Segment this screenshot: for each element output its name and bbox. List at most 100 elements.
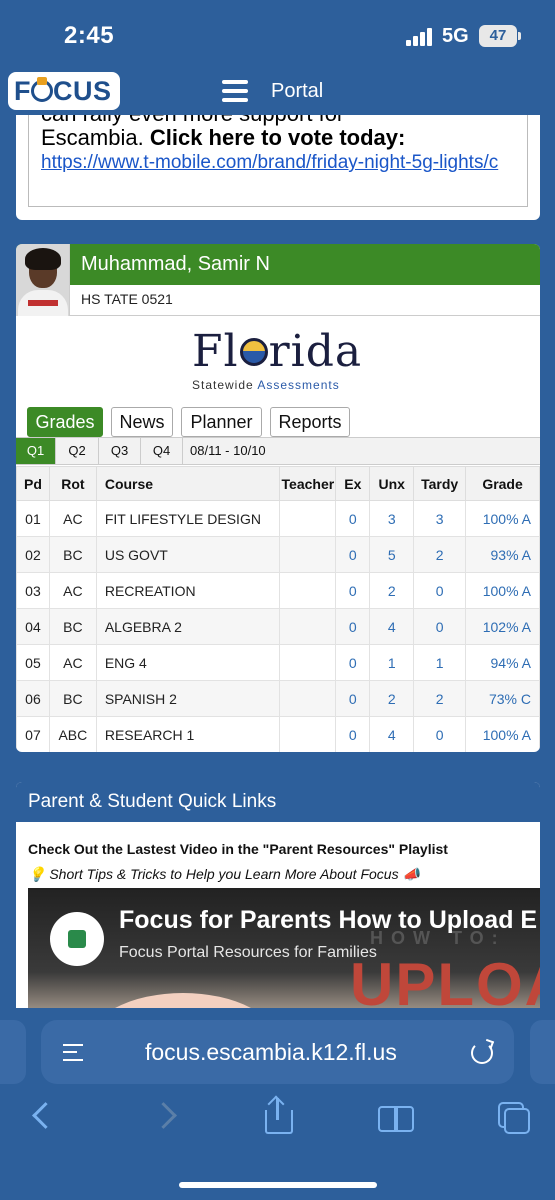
cell-ex[interactable]: 0 [335,716,371,752]
cell-unx[interactable]: 4 [369,608,415,645]
cell-unx[interactable]: 2 [369,572,415,609]
table-row[interactable]: 02 BC US GOVT 0 5 2 93% A [16,536,540,573]
table-row[interactable]: 05 AC ENG 4 0 1 1 94% A [16,644,540,681]
cell-unx[interactable]: 5 [369,536,415,573]
quarter-q4[interactable]: Q4 [141,438,183,464]
tab-news[interactable]: News [111,407,173,437]
cell-pd: 05 [16,644,50,681]
quarter-range: 08/11 - 10/10 [190,443,266,458]
cell-course: ENG 4 [95,644,281,681]
status-time: 2:45 [64,22,115,49]
header-grade[interactable]: Grade [465,466,540,501]
share-icon[interactable] [256,1095,300,1140]
back-icon[interactable] [20,1096,64,1140]
cell-ex[interactable]: 0 [335,644,371,681]
quarter-q2[interactable]: Q2 [56,438,99,464]
focus-logo[interactable]: F CUS [8,72,120,110]
cell-ex[interactable]: 0 [335,536,371,573]
cell-unx[interactable]: 3 [369,500,415,537]
cell-course: RECREATION [95,572,281,609]
tab-grades[interactable]: Grades [27,407,103,437]
cell-rot: BC [48,680,97,717]
table-row[interactable]: 04 BC ALGEBRA 2 0 4 0 102% A [16,608,540,645]
cell-pd: 07 [16,716,50,752]
cell-grade[interactable]: 100% A [465,500,540,537]
cell-rot: AC [48,500,97,537]
table-row[interactable]: 03 AC RECREATION 0 2 0 100% A [16,572,540,609]
header-teacher[interactable]: Teacher [279,466,337,501]
header-pd[interactable]: Pd [16,466,50,501]
table-row[interactable]: 06 BC SPANISH 2 0 2 2 73% C [16,680,540,717]
page-title[interactable]: Portal [271,80,323,103]
cell-grade[interactable]: 100% A [465,572,540,609]
cell-tardy[interactable]: 0 [413,608,467,645]
cell-tardy[interactable]: 2 [413,680,467,717]
cell-unx[interactable]: 2 [369,680,415,717]
student-name: Muhammad, Samir N [81,253,270,275]
table-row[interactable]: 01 AC FIT LIFESTYLE DESIGN 0 3 3 100% A [16,500,540,537]
address-bar[interactable]: focus.escambia.k12.fl.us [41,1020,514,1084]
tab-planner[interactable]: Planner [181,407,262,437]
quarter-q3[interactable]: Q3 [99,438,141,464]
next-tab-preview[interactable] [530,1020,555,1084]
cell-ex[interactable]: 0 [335,608,371,645]
cell-grade[interactable]: 73% C [465,680,540,717]
url-text[interactable]: focus.escambia.k12.fl.us [145,1039,397,1066]
quarter-q1[interactable]: Q1 [16,438,56,464]
cell-rot: AC [48,572,97,609]
quarter-bar: Q1 Q2 Q3 Q4 08/11 - 10/10 [16,437,540,465]
video-title[interactable]: Focus for Parents How to Upload E [119,906,537,935]
cell-teacher [279,680,337,717]
prev-tab-preview[interactable] [0,1020,26,1084]
header-rot[interactable]: Rot [48,466,97,501]
promo-cta: Click here to vote today: [149,125,406,150]
video-subtitle: Focus Portal Resources for Families [119,944,377,961]
cell-grade[interactable]: 100% A [465,716,540,752]
cell-ex[interactable]: 0 [335,680,371,717]
promo-text: Escambia. Click here to vote today: [41,125,515,151]
video-overlay-text: UPLOAD [350,951,540,1008]
table-row[interactable]: 07 ABC RESEARCH 1 0 4 0 100% A [16,716,540,752]
forward-icon[interactable] [146,1096,190,1140]
cell-ex[interactable]: 0 [335,500,371,537]
cell-teacher [279,644,337,681]
cell-grade[interactable]: 102% A [465,608,540,645]
cell-grade[interactable]: 93% A [465,536,540,573]
cell-tardy[interactable]: 3 [413,500,467,537]
cell-course: FIT LIFESTYLE DESIGN [95,500,281,537]
cell-pd: 06 [16,680,50,717]
promo-cut-line: can rally even more support for [41,115,515,125]
bookmarks-icon[interactable] [374,1096,418,1140]
channel-avatar-icon[interactable] [50,912,104,966]
cell-rot: ABC [48,716,97,752]
cell-tardy[interactable]: 2 [413,536,467,573]
cell-course: RESEARCH 1 [95,716,281,752]
reader-icon[interactable] [63,1042,85,1062]
video-embed[interactable]: HOW TO: UPLOAD Focus for Parents How to … [28,888,540,1008]
browser-toolbar: focus.escambia.k12.fl.us [0,1008,555,1200]
signal-icon [406,28,434,46]
header-unx[interactable]: Unx [369,466,415,501]
promo-line: Escambia. [41,125,144,150]
menu-icon[interactable] [222,80,248,102]
cell-tardy[interactable]: 0 [413,572,467,609]
tab-reports[interactable]: Reports [270,407,350,437]
cell-grade[interactable]: 94% A [465,644,540,681]
network-label: 5G [442,25,469,47]
promo-box: can rally even more support for Escambia… [28,115,528,207]
reload-icon[interactable] [471,1042,493,1064]
tabs-icon[interactable] [492,1096,536,1140]
promo-link[interactable]: https://www.t-mobile.com/brand/friday-ni… [41,151,515,174]
cell-ex[interactable]: 0 [335,572,371,609]
cell-tardy[interactable]: 1 [413,644,467,681]
quick-links-subtitle: Check Out the Lastest Video in the "Pare… [28,841,448,857]
header-tardy[interactable]: Tardy [413,466,467,501]
cell-pd: 03 [16,572,50,609]
header-ex[interactable]: Ex [335,466,371,501]
cell-unx[interactable]: 4 [369,716,415,752]
cell-tardy[interactable]: 0 [413,716,467,752]
header-course[interactable]: Course [95,466,281,501]
cell-unx[interactable]: 1 [369,644,415,681]
grades-table: Pd Rot Course Teacher Ex Unx Tardy Grade… [16,466,540,752]
avatar [16,244,70,316]
